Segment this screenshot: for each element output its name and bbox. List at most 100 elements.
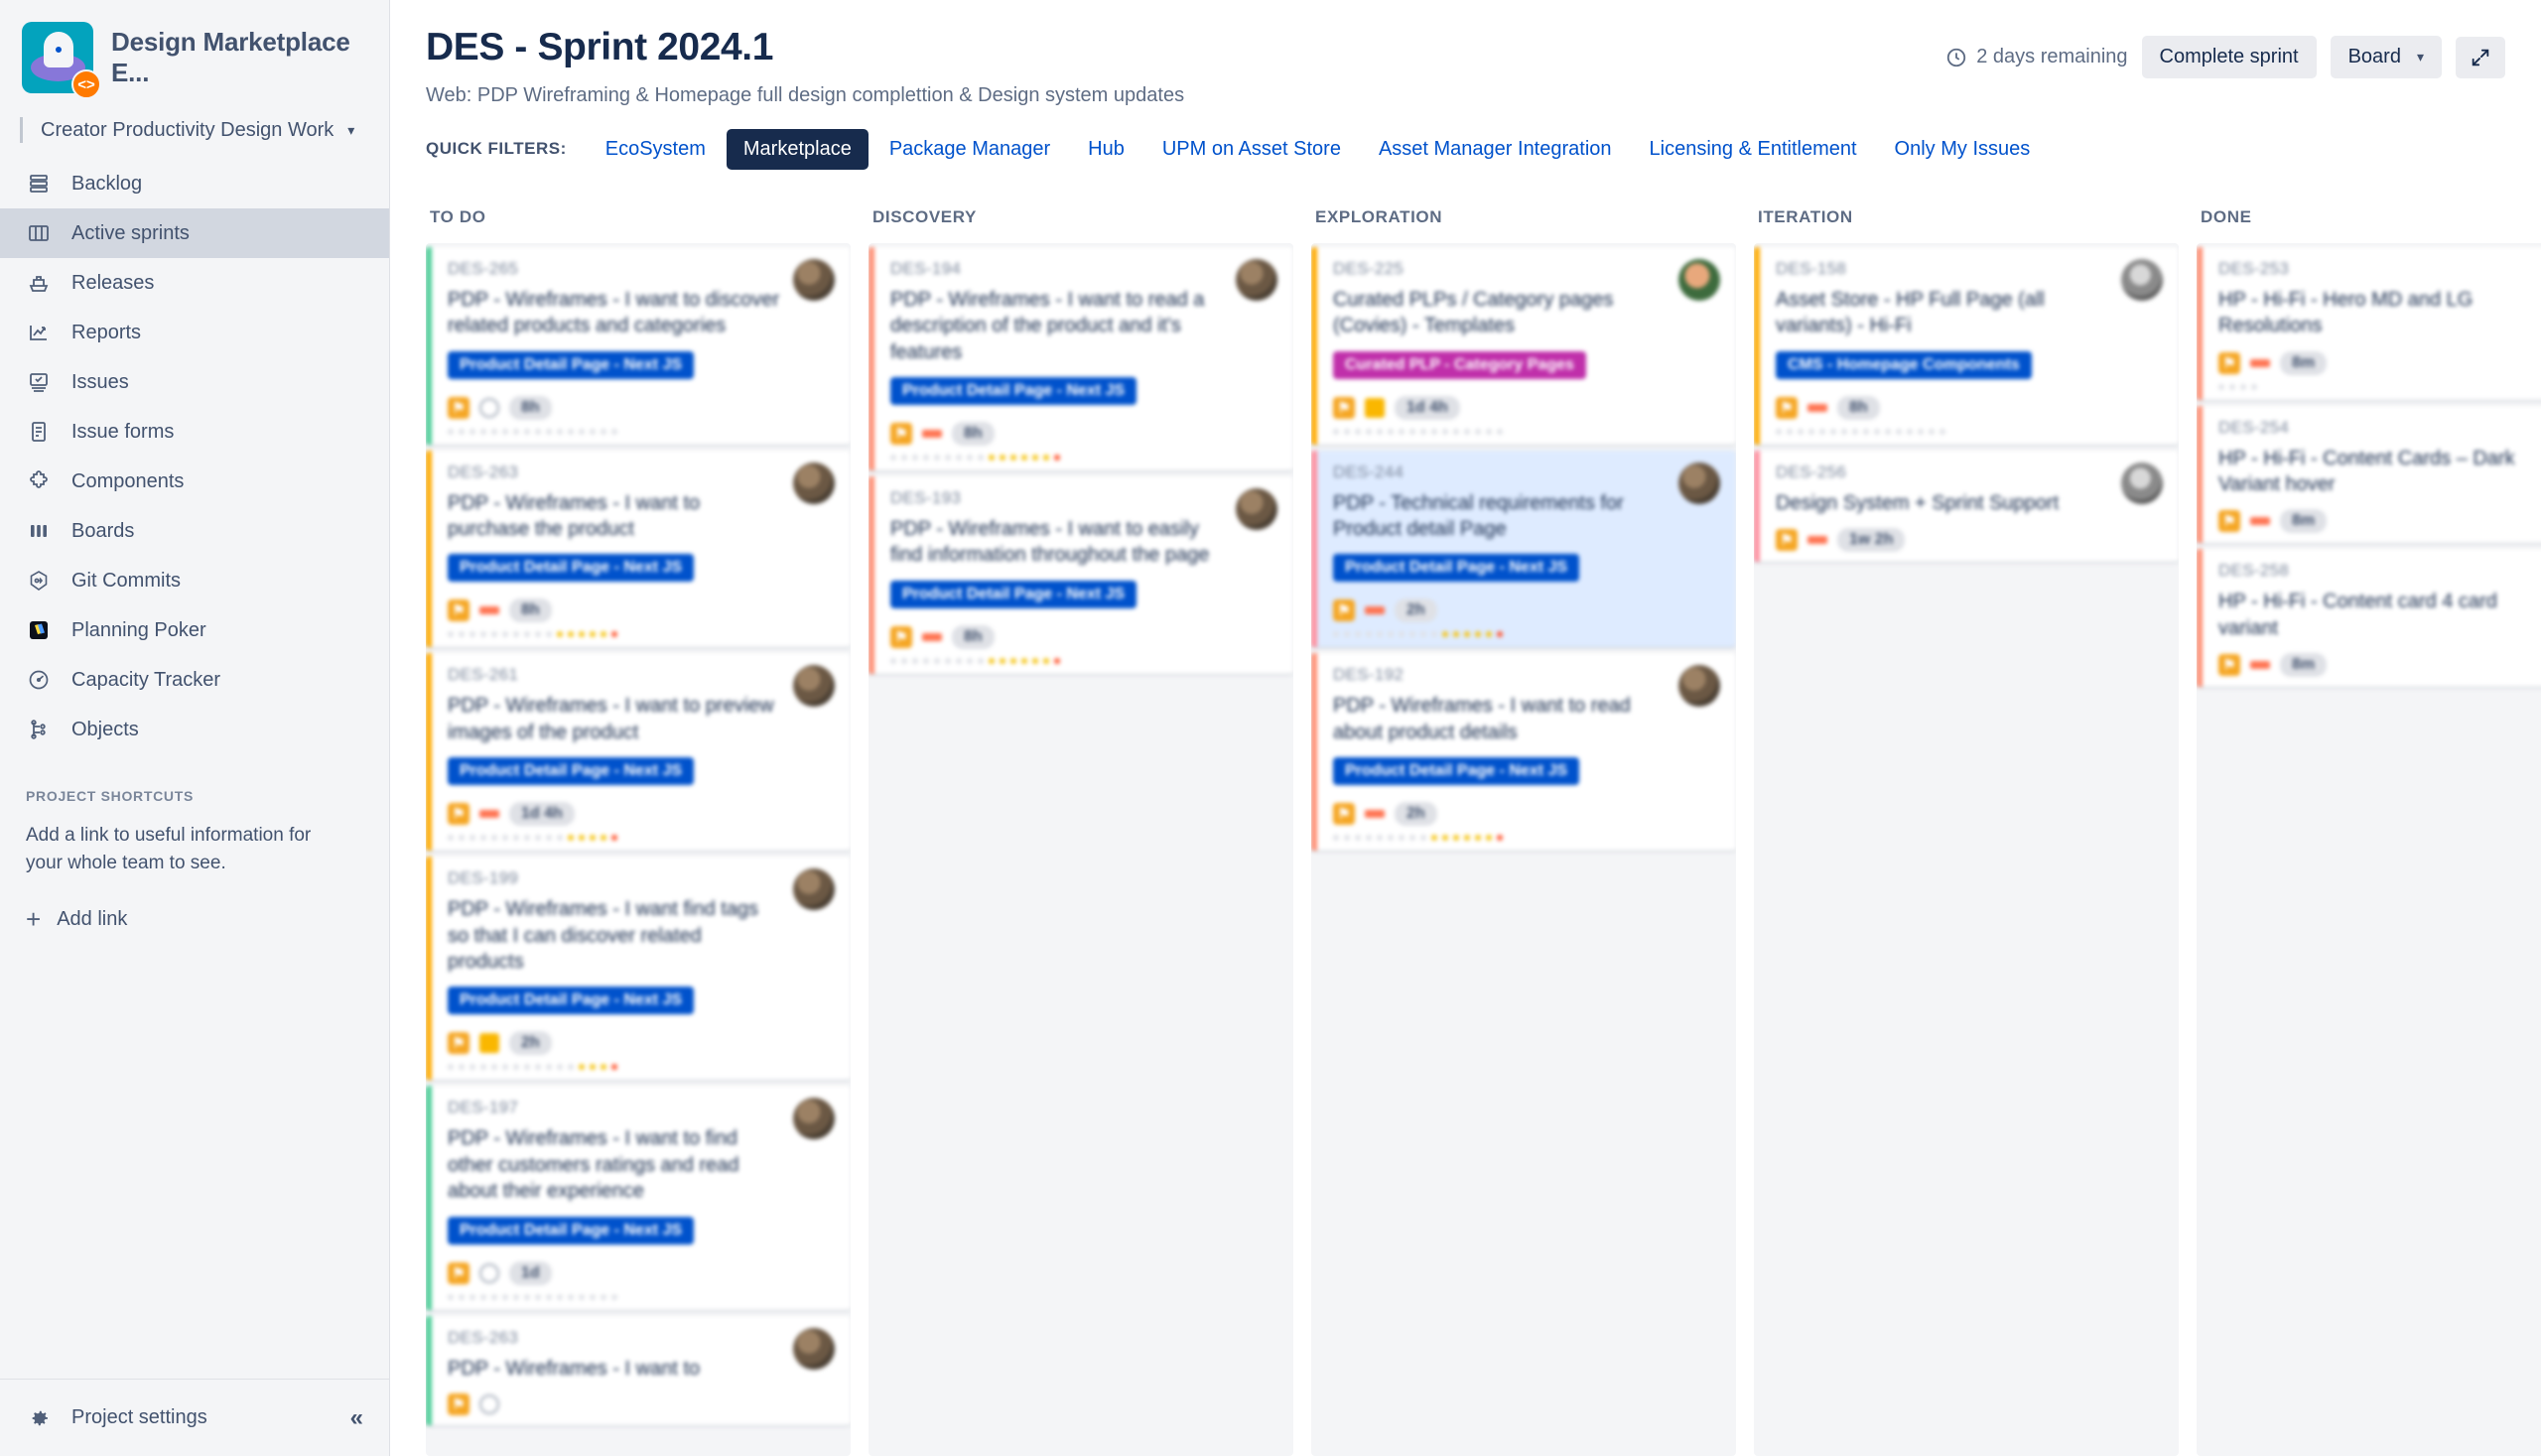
issue-title: HP - Hi-Fi - Hero MD and LG Resolutions [2218, 288, 2474, 337]
epic-label[interactable]: Product Detail Page - Next JS [1333, 554, 1580, 583]
sidebar-item-components[interactable]: Components [0, 457, 389, 506]
issue-card[interactable]: DES-265 PDP - Wireframes - I want to disc… [426, 246, 851, 445]
issue-card[interactable]: DES-192 PDP - Wireframes - I want to read… [1311, 653, 1736, 852]
sidebar-item-backlog[interactable]: Backlog [0, 159, 389, 208]
git-commit-icon [26, 568, 52, 594]
issue-card[interactable]: DES-158 Asset Store - HP Full Page (all v… [1754, 246, 2179, 445]
sidebar-item-reports[interactable]: Reports [0, 308, 389, 357]
page-title: DES - Sprint 2024.1 [426, 26, 774, 68]
sidebar-item-label: Git Commits [71, 569, 181, 592]
issue-title: PDP - Wireframes - I want to read about … [1333, 695, 1631, 743]
board-column-exploration: EXPLORATION DES-225 Curated PLPs / Categor… [1311, 199, 1736, 1456]
quick-filter-licensing-entitlement[interactable]: Licensing & Entitlement [1633, 129, 1874, 170]
epic-label[interactable]: Product Detail Page - Next JS [448, 1216, 695, 1245]
sidebar-item-releases[interactable]: Releases [0, 258, 389, 308]
sidebar-item-issues[interactable]: Issues [0, 357, 389, 407]
issue-key: DES-265 [448, 258, 519, 278]
avatar[interactable] [1678, 258, 1720, 301]
epic-label[interactable]: Product Detail Page - Next JS [890, 580, 1137, 608]
issue-key: DES-263 [448, 1327, 519, 1347]
epic-label[interactable]: Product Detail Page - Next JS [1333, 757, 1580, 786]
issue-card[interactable]: DES-197 PDP - Wireframes - I want to find… [426, 1086, 851, 1310]
issue-card[interactable]: DES-244 PDP - Technical requirements for … [1311, 450, 1736, 648]
sidebar-item-issue-forms[interactable]: Issue forms [0, 407, 389, 457]
project-settings-label[interactable]: Project settings [71, 1406, 331, 1429]
issue-card[interactable]: DES-194 PDP - Wireframes - I want to read… [869, 246, 1293, 471]
issue-key: DES-263 [448, 462, 519, 481]
avatar[interactable] [793, 1098, 835, 1140]
board-view-select[interactable]: Board ▾ [2330, 36, 2442, 78]
sidebar-item-label: Active sprints [71, 221, 190, 244]
collapse-sidebar-button[interactable]: « [350, 1404, 363, 1432]
story-points-badge: 1d [509, 1260, 552, 1285]
story-points-badge: 8h [952, 624, 995, 649]
avatar[interactable] [2121, 462, 2163, 504]
avatar[interactable] [2121, 258, 2163, 301]
quick-filter-marketplace[interactable]: Marketplace [726, 128, 869, 170]
issue-card-footer: ⚑ 1w 2h [1776, 528, 2163, 553]
avatar[interactable] [1678, 462, 1720, 504]
complete-sprint-button[interactable]: Complete sprint [2141, 36, 2317, 78]
column-header: EXPLORATION [1315, 206, 1443, 226]
issue-card[interactable]: DES-253 HP - Hi-Fi - Hero MD and LG Resol… [2197, 246, 2541, 400]
sidebar-item-planning-poker[interactable]: Planning Poker [0, 605, 389, 655]
add-link-button[interactable]: + Add link [26, 906, 363, 932]
priority-icon [2250, 358, 2270, 367]
issue-card[interactable]: DES-263 PDP - Wireframes - I want to ⚑ [426, 1315, 851, 1425]
issue-card[interactable]: DES-261 PDP - Wireframes - I want to prev… [426, 653, 851, 852]
epic-label[interactable]: Curated PLP - Category Pages [1333, 350, 1586, 379]
quick-filter-package-manager[interactable]: Package Manager [872, 129, 1067, 170]
quick-filter-only-my-issues[interactable]: Only My Issues [1878, 129, 2048, 170]
days-remaining: 2 days remaining [1945, 46, 2128, 68]
avatar[interactable] [1236, 258, 1277, 301]
quick-filter-upm-on-asset-store[interactable]: UPM on Asset Store [1145, 129, 1358, 170]
issue-card[interactable]: DES-199 PDP - Wireframes - I want find ta… [426, 857, 851, 1081]
quick-filter-ecosystem[interactable]: EcoSystem [589, 129, 723, 170]
sidebar-item-objects[interactable]: Objects [0, 705, 389, 754]
epic-label[interactable]: CMS - Homepage Components [1776, 350, 2032, 379]
avatar[interactable] [1236, 488, 1277, 531]
epic-label[interactable]: Product Detail Page - Next JS [448, 554, 695, 583]
sprint-board: TO DO DES-265 PDP - Wireframes - I want to… [390, 186, 2541, 1456]
epic-label[interactable]: Product Detail Page - Next JS [448, 987, 695, 1015]
issue-card-footer: ⚑ 1d [448, 1260, 835, 1285]
avatar[interactable] [793, 462, 835, 504]
column-header: DONE [2201, 206, 2252, 226]
progress-dots [1333, 835, 1720, 842]
clock-icon [1945, 47, 1967, 68]
sidebar-item-active-sprints[interactable]: Active sprints [0, 208, 389, 258]
issue-card[interactable]: DES-258 HP - Hi-Fi - Content card 4 card … [2197, 549, 2541, 688]
chart-line-icon [26, 320, 52, 345]
epic-label[interactable]: Product Detail Page - Next JS [448, 350, 695, 379]
sidebar-item-git-commits[interactable]: Git Commits [0, 556, 389, 605]
progress-dots [1333, 428, 1720, 435]
avatar[interactable] [793, 1327, 835, 1370]
issue-card[interactable]: DES-254 HP - Hi-Fi - Content Cards – Dark… [2197, 405, 2541, 544]
epic-label[interactable]: Product Detail Page - Next JS [890, 377, 1137, 406]
quick-filter-hub[interactable]: Hub [1071, 129, 1141, 170]
issue-card[interactable]: DES-256 Design System + Sprint Support ⚑ 1w… [1754, 450, 2179, 563]
board-selector[interactable]: Creator Productivity Design Work ▾ [0, 111, 389, 159]
avatar[interactable] [1678, 665, 1720, 708]
column-card-list: DES-225 Curated PLPs / Category pages (Co… [1311, 242, 1736, 1456]
sidebar-item-capacity-tracker[interactable]: Capacity Tracker [0, 655, 389, 705]
sidebar-item-boards[interactable]: Boards [0, 506, 389, 556]
priority-icon [479, 606, 499, 615]
avatar[interactable] [793, 868, 835, 911]
sidebar-item-label: Objects [71, 718, 139, 740]
ship-icon [26, 270, 52, 296]
quick-filter-asset-manager-integration[interactable]: Asset Manager Integration [1362, 129, 1629, 170]
issue-card[interactable]: DES-193 PDP - Wireframes - I want to easi… [869, 476, 1293, 674]
avatar[interactable] [793, 258, 835, 301]
issue-key: DES-192 [1333, 665, 1404, 685]
expand-fullscreen-button[interactable] [2456, 36, 2505, 78]
avatar[interactable] [793, 665, 835, 708]
issue-card[interactable]: DES-263 PDP - Wireframes - I want to purc… [426, 450, 851, 648]
story-points-badge: 1d 4h [1395, 395, 1460, 420]
epic-label[interactable]: Product Detail Page - Next JS [448, 757, 695, 786]
progress-dots [890, 657, 1277, 664]
project-header[interactable]: <> Design Marketplace E... [0, 0, 389, 111]
issue-key: DES-244 [1333, 462, 1404, 481]
issue-card[interactable]: DES-225 Curated PLPs / Category pages (Co… [1311, 246, 1736, 445]
issues-icon [26, 369, 52, 395]
